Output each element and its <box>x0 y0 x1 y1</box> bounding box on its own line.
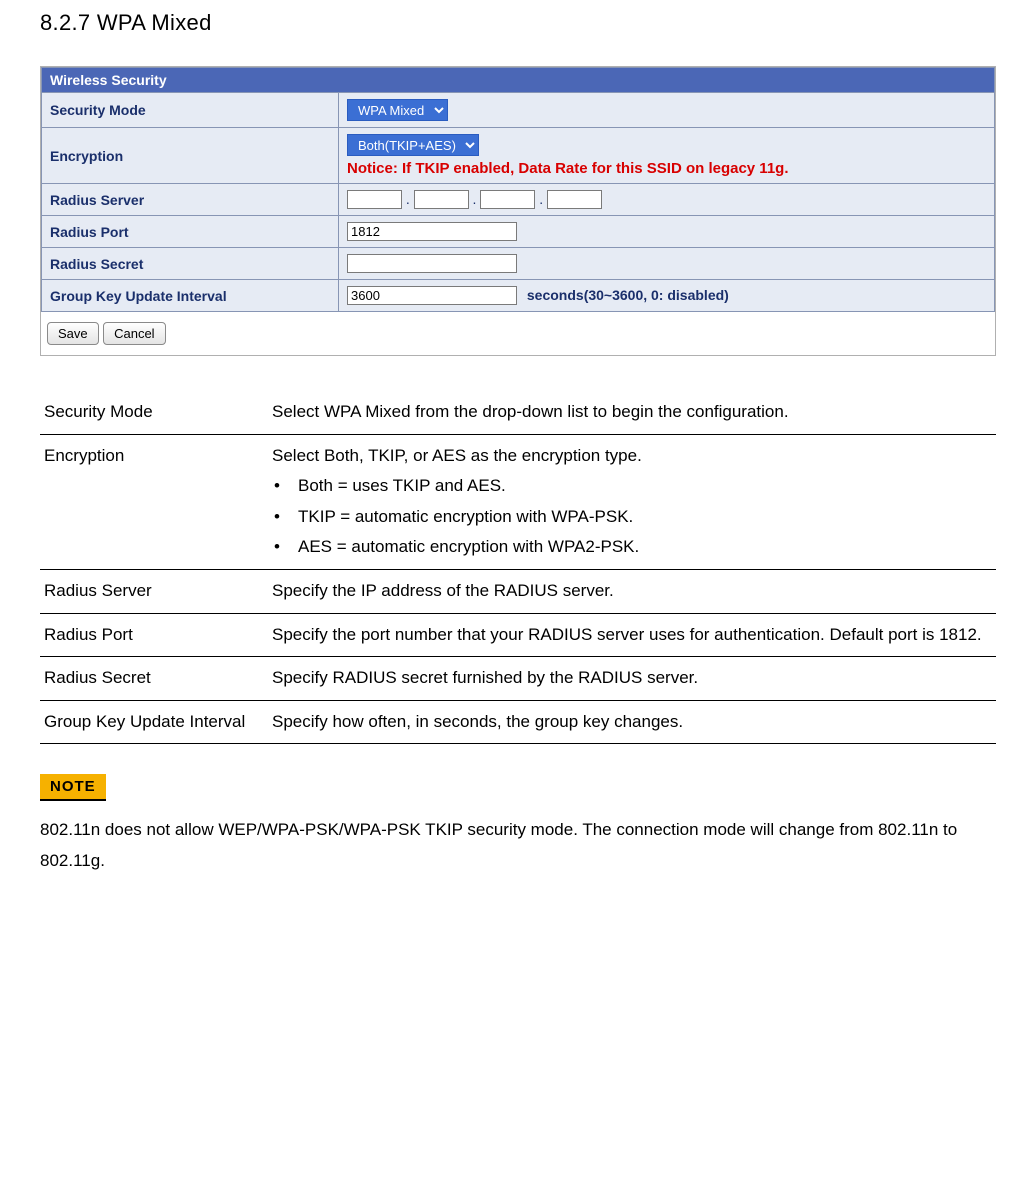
note-text: 802.11n does not allow WEP/WPA-PSK/WPA-P… <box>40 815 996 876</box>
desc-encryption-text: Select Both, TKIP, or AES as the encrypt… <box>268 434 996 569</box>
desc-encryption-aes: AES = automatic encryption with WPA2-PSK… <box>298 532 992 563</box>
radius-port-cell <box>339 216 995 248</box>
wireless-security-panel: Wireless Security Security Mode WPA Mixe… <box>40 66 996 356</box>
desc-encryption-tkip: TKIP = automatic encryption with WPA-PSK… <box>298 502 992 533</box>
description-table: Security Mode Select WPA Mixed from the … <box>40 391 996 744</box>
security-mode-label: Security Mode <box>42 93 339 128</box>
desc-encryption-both: Both = uses TKIP and AES. <box>298 471 992 502</box>
encryption-label: Encryption <box>42 128 339 184</box>
desc-radius-secret-text: Specify RADIUS secret furnished by the R… <box>268 657 996 701</box>
radius-server-label: Radius Server <box>42 184 339 216</box>
desc-radius-port-text: Specify the port number that your RADIUS… <box>268 613 996 657</box>
desc-encryption-term: Encryption <box>40 434 268 569</box>
radius-server-oct4[interactable] <box>547 190 602 209</box>
desc-radius-port-term: Radius Port <box>40 613 268 657</box>
radius-server-oct2[interactable] <box>414 190 469 209</box>
radius-port-input[interactable] <box>347 222 517 241</box>
encryption-notice: Notice: If TKIP enabled, Data Rate for t… <box>347 160 986 177</box>
gkui-cell: seconds(30~3600, 0: disabled) <box>339 280 995 312</box>
panel-title: Wireless Security <box>42 68 995 93</box>
security-mode-select[interactable]: WPA Mixed <box>347 99 448 121</box>
desc-gkui-text: Specify how often, in seconds, the group… <box>268 700 996 744</box>
desc-gkui-term: Group Key Update Interval <box>40 700 268 744</box>
button-bar: Save Cancel <box>41 312 995 355</box>
desc-security-mode-term: Security Mode <box>40 391 268 434</box>
gkui-input[interactable] <box>347 286 517 305</box>
section-heading: 8.2.7 WPA Mixed <box>40 10 996 36</box>
radius-server-cell: . . . <box>339 184 995 216</box>
encryption-select[interactable]: Both(TKIP+AES) <box>347 134 479 156</box>
radius-secret-input[interactable] <box>347 254 517 273</box>
gkui-label: Group Key Update Interval <box>42 280 339 312</box>
radius-port-label: Radius Port <box>42 216 339 248</box>
radius-server-oct1[interactable] <box>347 190 402 209</box>
encryption-cell: Both(TKIP+AES) Notice: If TKIP enabled, … <box>339 128 995 184</box>
security-mode-cell: WPA Mixed <box>339 93 995 128</box>
note-badge: NOTE <box>40 774 106 801</box>
gkui-suffix: seconds(30~3600, 0: disabled) <box>527 287 729 303</box>
radius-server-oct3[interactable] <box>480 190 535 209</box>
radius-secret-label: Radius Secret <box>42 248 339 280</box>
desc-security-mode-text: Select WPA Mixed from the drop-down list… <box>268 391 996 434</box>
desc-encryption-intro: Select Both, TKIP, or AES as the encrypt… <box>272 446 642 465</box>
cancel-button[interactable]: Cancel <box>103 322 165 345</box>
radius-secret-cell <box>339 248 995 280</box>
desc-radius-server-text: Specify the IP address of the RADIUS ser… <box>268 569 996 613</box>
desc-radius-secret-term: Radius Secret <box>40 657 268 701</box>
save-button[interactable]: Save <box>47 322 99 345</box>
desc-radius-server-term: Radius Server <box>40 569 268 613</box>
